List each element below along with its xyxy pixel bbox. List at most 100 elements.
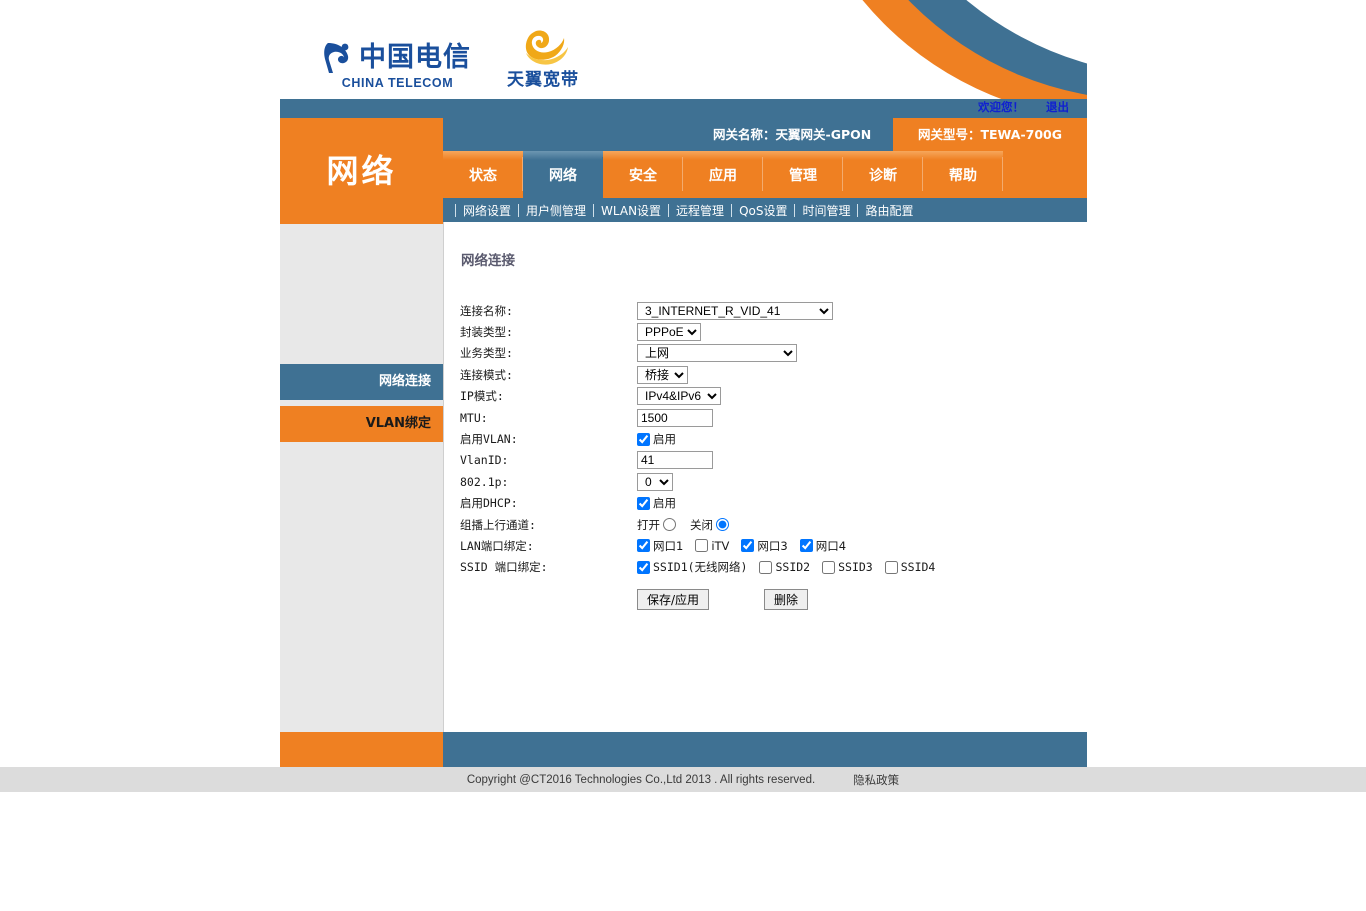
tab-label: 状态 xyxy=(469,167,497,184)
sidebar-item-network-connection[interactable]: 网络连接 xyxy=(280,364,443,400)
lan-port-0-wrap[interactable]: 网口1 xyxy=(637,538,690,554)
content-area: 网络连接 连接名称: 3_INTERNET_R_VID_41 封装类型: PPP… xyxy=(443,222,1087,732)
welcome-bar: 欢迎您！ 退出 xyxy=(280,99,1087,118)
router-admin-page: 中国电信 CHINA TELECOM 天翼宽带 欢迎您！ 退出 网关名称：天翼网关… xyxy=(0,0,1366,911)
dot1p-select[interactable]: 0 xyxy=(637,472,673,491)
mtu-input[interactable] xyxy=(637,408,713,427)
enable-dhcp-checkbox-wrap[interactable]: 启用 xyxy=(637,495,683,511)
connection-mode-select[interactable]: 桥接 xyxy=(637,365,688,384)
tab-label: 应用 xyxy=(709,167,737,184)
tab-5[interactable]: 诊断 xyxy=(843,151,923,198)
lan-port-3-wrap[interactable]: 网口4 xyxy=(799,538,853,554)
ssid-port-0-checkbox[interactable] xyxy=(637,560,650,574)
lan-port-2-wrap[interactable]: 网口3 xyxy=(741,538,794,554)
tab-highlight xyxy=(923,151,1003,160)
tianyi-broadband-text: 天翼宽带 xyxy=(507,70,579,90)
subnav-item-4[interactable]: QoS设置 xyxy=(732,202,794,219)
tianyi-broadband-logo: 天翼宽带 xyxy=(507,28,579,90)
gateway-model-box: 网关型号：TEWA-700G xyxy=(893,118,1087,151)
ssid-port-2-wrap[interactable]: SSID3 xyxy=(822,560,880,574)
multicast-off-radio[interactable] xyxy=(716,518,729,532)
multicast-on-radio[interactable] xyxy=(663,518,676,532)
field-row-multicast-uplink: 组播上行通道: 打开 关闭 xyxy=(460,514,947,535)
subnav-item-0[interactable]: 网络设置 xyxy=(456,202,518,219)
right-margin xyxy=(1087,0,1366,767)
ssid-port-3-checkbox[interactable] xyxy=(884,560,898,574)
ssid-port-1-checkbox[interactable] xyxy=(759,560,773,574)
tab-separator xyxy=(1002,157,1003,191)
ssid-port-0-wrap[interactable]: SSID1(无线网络) xyxy=(637,559,754,575)
ssid-port-3-wrap[interactable]: SSID4 xyxy=(884,560,943,575)
subnav-item-1[interactable]: 用户侧管理 xyxy=(519,202,593,219)
subnav-item-5[interactable]: 时间管理 xyxy=(795,202,857,219)
lan-port-0-checkbox[interactable] xyxy=(637,539,650,553)
lan-port-1-label: iTV xyxy=(711,538,730,553)
subnav-item-6[interactable]: 路由配置 xyxy=(858,202,920,219)
ssid-port-1-label: SSID2 xyxy=(775,560,811,575)
enable-vlan-checkbox-wrap[interactable]: 启用 xyxy=(637,431,683,447)
lan-port-2-checkbox[interactable] xyxy=(741,539,755,553)
ssid-port-binding-label: SSID 端口绑定: xyxy=(460,560,548,575)
tab-highlight xyxy=(603,151,683,160)
lan-port-3-checkbox[interactable] xyxy=(799,539,813,553)
privacy-policy-link[interactable]: 隐私政策 xyxy=(853,772,899,788)
bottom-left-bar xyxy=(280,732,443,767)
ssid-port-2-checkbox[interactable] xyxy=(822,560,836,574)
left-margin xyxy=(0,0,280,767)
tab-3[interactable]: 应用 xyxy=(683,151,763,198)
gateway-model-text: 网关型号：TEWA-700G xyxy=(917,127,1062,142)
field-row-ip-mode: IP模式: IPv4&IPv6 xyxy=(460,386,947,407)
lan-port-1-wrap[interactable]: iTV xyxy=(695,539,736,553)
vlan-id-input[interactable] xyxy=(637,451,713,470)
logout-link[interactable]: 退出 xyxy=(1046,100,1069,114)
tab-2[interactable]: 安全 xyxy=(603,151,683,198)
tab-highlight xyxy=(843,151,923,160)
tab-highlight xyxy=(523,151,603,160)
enable-vlan-label: 启用VLAN: xyxy=(460,432,518,447)
enable-dhcp-text: 启用 xyxy=(653,496,676,511)
gateway-info-bar: 网关名称：天翼网关-GPON 网关型号：TEWA-700G xyxy=(443,118,1087,151)
china-telecom-mark-icon xyxy=(324,43,349,73)
subnav-item-3[interactable]: 远程管理 xyxy=(669,202,731,219)
encapsulation-type-select[interactable]: PPPoE xyxy=(637,323,701,342)
ip-mode-select[interactable]: IPv4&IPv6 xyxy=(637,387,721,406)
enable-vlan-text: 启用 xyxy=(653,432,676,447)
mtu-label: MTU: xyxy=(460,410,488,425)
connection-mode-label: 连接模式: xyxy=(460,367,513,382)
field-row-enable-dhcp: 启用DHCP: 启用 xyxy=(460,493,947,514)
enable-vlan-checkbox[interactable] xyxy=(637,432,650,446)
tab-label: 诊断 xyxy=(869,167,897,184)
tianyi-swirl-icon xyxy=(525,30,568,65)
enable-dhcp-checkbox[interactable] xyxy=(637,496,650,510)
tab-4[interactable]: 管理 xyxy=(763,151,843,198)
gateway-name-text: 网关名称：天翼网关-GPON xyxy=(713,127,872,142)
connection-name-select[interactable]: 3_INTERNET_R_VID_41 xyxy=(637,301,833,320)
ssid-port-3-label: SSID4 xyxy=(900,560,936,575)
ssid-port-1-wrap[interactable]: SSID2 xyxy=(759,560,817,574)
multicast-off-label: 关闭 xyxy=(690,517,713,532)
china-telecom-logo: 中国电信 CHINA TELECOM xyxy=(324,40,471,90)
lan-port-0-label: 网口1 xyxy=(653,538,684,553)
page-title: 网络连接 xyxy=(461,253,515,269)
tab-6[interactable]: 帮助 xyxy=(923,151,1003,198)
field-row-connection-mode: 连接模式: 桥接 xyxy=(460,364,947,385)
ssid-port-0-label: SSID1(无线网络) xyxy=(653,560,748,575)
field-row-encapsulation-type: 封装类型: PPPoE xyxy=(460,321,947,342)
save-apply-button[interactable]: 保存/应用 xyxy=(637,589,710,610)
field-row-service-type: 业务类型: 上网 xyxy=(460,343,947,364)
lan-port-1-checkbox[interactable] xyxy=(695,539,709,553)
delete-button[interactable]: 删除 xyxy=(764,589,809,610)
left-section-panel: 网络 网络连接 VLAN绑定 xyxy=(280,118,443,732)
sidebar-item-vlan-binding[interactable]: VLAN绑定 xyxy=(280,406,443,442)
multicast-on-label: 打开 xyxy=(637,517,660,532)
tab-0[interactable]: 状态 xyxy=(443,151,523,198)
tab-1[interactable]: 网络 xyxy=(523,151,603,198)
tab-label: 帮助 xyxy=(949,167,977,184)
service-type-select[interactable]: 上网 xyxy=(637,344,797,363)
field-row-enable-vlan: 启用VLAN: 启用 xyxy=(460,428,947,449)
ssid-port-2-label: SSID3 xyxy=(838,560,873,575)
subnav-item-2[interactable]: WLAN设置 xyxy=(594,202,668,219)
field-row-vlan-id: VlanID: xyxy=(460,450,947,471)
tab-highlight xyxy=(683,151,763,160)
field-row-connection-name: 连接名称: 3_INTERNET_R_VID_41 xyxy=(460,300,947,321)
